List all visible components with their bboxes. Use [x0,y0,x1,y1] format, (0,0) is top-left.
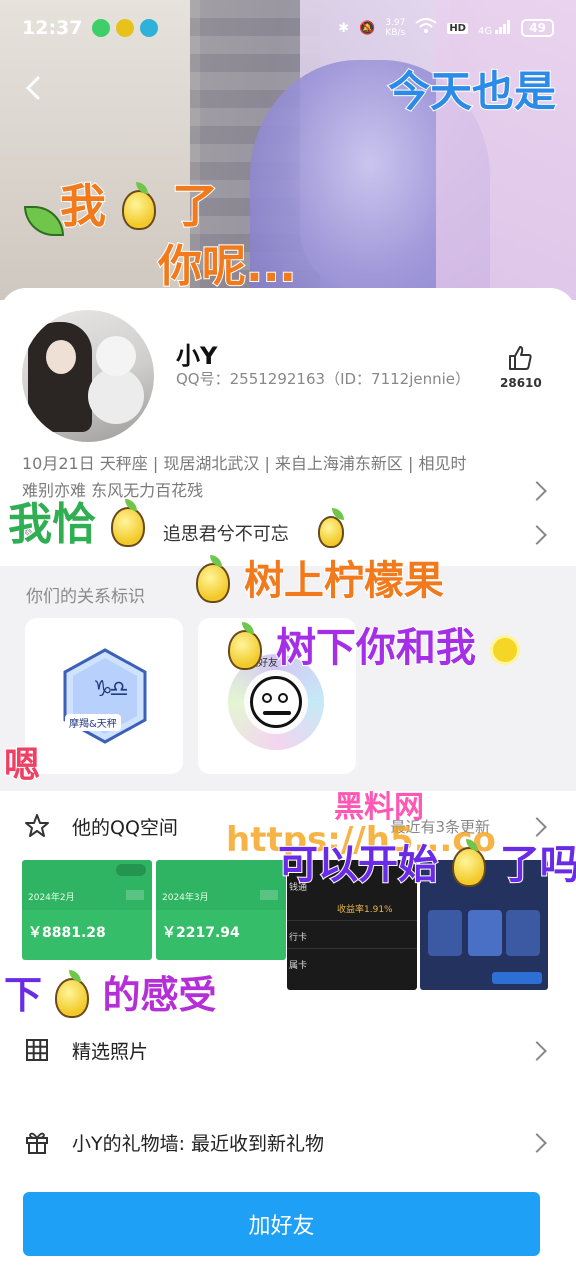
thumb2-date: 2024年3月 [162,893,209,903]
game-character-card-2 [506,910,540,956]
friend-badge-label: 宝藏好友 [238,658,278,669]
hd-badge: HD [447,22,468,34]
app-notification-icon [116,19,135,37]
qzone-thumb-2[interactable]: 2024年3月 ￥2217.94 [156,860,286,960]
thumb3-line-3: 行卡 [289,933,308,943]
avatar-face [46,340,76,374]
bluetooth-icon: ✱ [338,20,350,36]
qzone-thumb-4[interactable] [420,860,548,990]
profile-name: 小Y [176,342,218,370]
avatar-snowman-head [96,336,136,376]
back-button[interactable] [18,72,50,104]
game-action-button [492,972,542,984]
status-time: 12:37 [22,17,83,39]
wechat-notification-icon [92,19,111,37]
relationship-card-zodiac[interactable]: ♑ ♎ 摩羯&天秤 [25,618,183,774]
qzone-chevron-right-icon [527,817,547,837]
signature-prefix-icon: ✎ [22,524,43,545]
gift-wall-label: 小Y的礼物墙: 最近收到新礼物 [72,1132,325,1155]
relationship-title: 你们的关系标识 [26,587,145,607]
qzone-thumb-1[interactable]: 2024年2月 ￥8881.28 [22,860,152,960]
thumb3-line-4: 属卡 [289,961,308,971]
thumb2-amount: ￥2217.94 [162,925,240,941]
signature-row[interactable]: ✎ 追思君兮不可忘 [22,520,289,546]
svg-text:♎: ♎ [109,677,129,702]
avatar-person [28,322,92,432]
signature-text: 追思君兮不可忘 [162,524,289,545]
qzone-thumbnails: 2024年2月 ￥8881.28 2024年3月 ￥2217.94 钱通 收益率… [22,860,552,995]
thumb3-line-1: 钱通 [289,883,308,893]
network-speed: 3.97 KB/s [385,18,406,38]
like-button[interactable]: 28610 [500,344,542,390]
thumb-sub-badge-2 [260,890,278,900]
profile-info[interactable]: 10月21日 天秤座 | 现居湖北武汉 | 来自上海浦东新区 | 相见时 难别亦… [22,450,522,504]
status-bar: 12:37 ✱ 🔕 3.97 KB/s HD 4G 49 [0,0,576,56]
thumbs-up-icon [509,346,532,370]
star-icon [25,814,49,837]
add-friend-button[interactable]: 加好友 [23,1192,540,1256]
grid-icon [26,1039,48,1061]
thumb1-amount: ￥8881.28 [28,925,106,941]
qq-number: 2551292163 [229,370,326,388]
photos-chevron-right-icon [527,1041,547,1061]
thumb3-divider [287,920,417,921]
signature-chevron-right-icon [527,525,547,545]
signal-icon: 4G [477,19,511,37]
like-count: 28610 [500,376,542,390]
chevron-left-icon [25,76,40,100]
gift-chevron-right-icon [527,1133,547,1153]
wifi-icon [415,18,437,38]
thumb-pill [116,864,146,876]
profile-card: 小Y QQ号：2551292163（ID：7112jennie） 28610 1… [0,288,576,1280]
profile-info-line-2: 难别亦难 东风无力百花残 [22,481,204,500]
gift-icon [26,1132,48,1154]
avatar[interactable] [22,310,154,442]
avatar-snowman-body [88,368,144,424]
qq-label: QQ号： [176,370,230,388]
gift-wall-row[interactable]: 小Y的礼物墙: 最近收到新礼物 [0,1114,576,1170]
thumb3-divider-2 [287,948,417,949]
game-question-card [468,910,502,956]
photos-row[interactable]: 精选照片 [0,1022,576,1078]
relationship-card-friend[interactable]: 宝藏好友 [198,618,356,774]
qq-number-line: QQ号：2551292163（ID：7112jennie） [176,368,470,389]
qzone-row[interactable]: 他的QQ空间 最近有3条更新 [0,798,576,854]
relationship-section: 你们的关系标识 ♑ ♎ 摩羯&天秤 宝藏好友 [0,566,576,791]
thumb-sub-badge [126,890,144,900]
friend-badge-face [250,676,302,728]
qzone-update-text: 最近有3条更新 [390,817,490,836]
profile-info-line-1: 10月21日 天秤座 | 现居湖北武汉 | 来自上海浦东新区 | 相见时 [22,454,467,473]
battery-indicator: 49 [521,19,554,37]
network-type: 4G [477,25,493,37]
photos-label: 精选照片 [72,1040,149,1063]
qzone-label: 他的QQ空间 [72,816,178,839]
thumb1-date: 2024年2月 [28,893,75,903]
game-character-card [428,910,462,956]
app-notification-icon-2 [140,19,159,37]
qzone-thumb-3[interactable]: 钱通 收益率1.91% 行卡 属卡 [287,860,417,990]
profile-id: （ID：7112jennie） [325,370,471,388]
thumb3-line-2: 收益率1.91% [337,905,393,915]
mute-icon: 🔕 [359,20,376,36]
zodiac-badge-label: 摩羯&天秤 [65,714,121,731]
info-chevron-right-icon [527,481,547,501]
